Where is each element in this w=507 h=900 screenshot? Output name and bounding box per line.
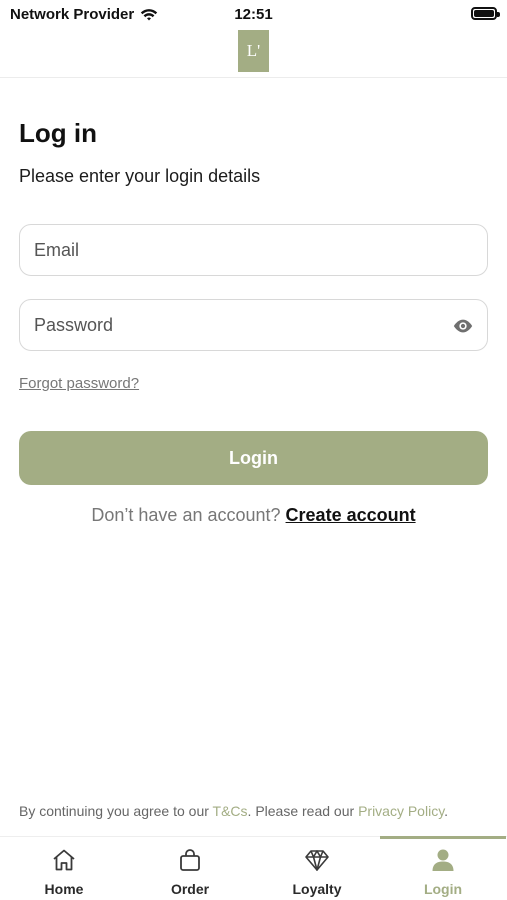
app-header: L': [0, 28, 507, 78]
home-icon: [53, 849, 75, 871]
forgot-password-link[interactable]: Forgot password?: [19, 375, 139, 392]
password-field[interactable]: [20, 300, 487, 350]
person-icon: [432, 849, 454, 871]
wifi-icon: [141, 8, 158, 20]
terms-prefix: By continuing you agree to our: [19, 803, 213, 819]
terms-middle: . Please read our: [247, 803, 359, 819]
brand-logo[interactable]: L': [238, 30, 269, 72]
status-bar: Network Provider 12:51: [0, 0, 507, 28]
carrier-info: Network Provider: [10, 6, 158, 23]
password-field-container: [19, 299, 488, 351]
tab-order[interactable]: Order: [127, 837, 253, 900]
page-subtitle: Please enter your login details: [19, 166, 261, 186]
privacy-policy-link[interactable]: Privacy Policy: [358, 803, 444, 819]
carrier-name: Network Provider: [10, 6, 135, 23]
page-title: Log in: [19, 118, 97, 148]
tab-login-label: Login: [423, 881, 463, 897]
signup-prompt: Don’t have an account? Create account: [0, 505, 507, 526]
tab-loyalty-label: Loyalty: [292, 881, 342, 897]
tab-bar: Home Order Loyalty Login: [0, 836, 507, 900]
tcs-link[interactable]: T&Cs: [213, 803, 248, 819]
tab-home[interactable]: Home: [1, 837, 127, 900]
battery-icon: [471, 7, 500, 20]
terms-suffix: .: [444, 803, 449, 819]
login-screen: Network Provider 12:51 L' Log in Please …: [0, 0, 507, 900]
tab-loyalty[interactable]: Loyalty: [254, 837, 380, 900]
eye-icon[interactable]: [452, 316, 474, 336]
login-button[interactable]: Login: [19, 431, 488, 485]
tab-login[interactable]: Login: [380, 836, 506, 900]
tab-order-label: Order: [170, 881, 210, 897]
no-account-text: Don’t have an account?: [91, 505, 281, 525]
bag-icon: [180, 849, 200, 871]
diamond-icon: [305, 850, 329, 871]
email-field-container: [19, 224, 488, 276]
email-field[interactable]: [20, 225, 487, 275]
tab-home-label: Home: [44, 881, 84, 897]
create-account-link[interactable]: Create account: [286, 505, 416, 525]
terms-text: By continuing you agree to our T&Cs. Ple…: [19, 803, 448, 819]
